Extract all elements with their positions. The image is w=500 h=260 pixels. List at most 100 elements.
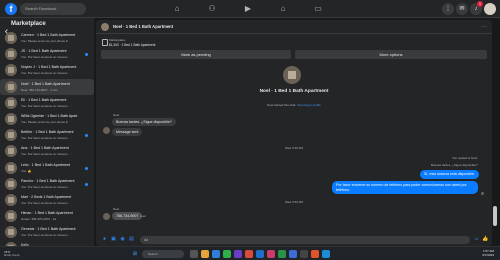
timestamp: Wed 3:39 AM (285, 146, 303, 150)
conversation-preview: You: Please send me your phone #. (21, 119, 69, 124)
page-scrollbar[interactable] (493, 20, 497, 246)
top-navigation-bar: f Search Facebook ⌂ ⚇ ▶ ⌂ ▭ ⋮ ✉ ♪ 1 (0, 0, 500, 18)
conversation-title: Betithe · 1 Bed 1 Bath Apartment (21, 130, 74, 135)
timestamp: Wed 3:53 AM (285, 200, 303, 204)
conversation-list-item[interactable]: Betithe · 1 Bed 1 Bath Apartment You: Por… (0, 127, 94, 143)
app-icon[interactable] (267, 250, 275, 258)
home-icon[interactable]: ⌂ (172, 4, 182, 14)
mark-as-pending-button[interactable]: Mark as pending (101, 50, 291, 59)
profile-avatar[interactable] (484, 3, 496, 15)
sticker-icon[interactable]: ◉ (119, 236, 126, 243)
messenger-icon[interactable]: ✉ (456, 3, 468, 15)
like-icon[interactable]: 👍 (482, 236, 489, 243)
conversation-list-item[interactable]: JS · 1 Bed 1 Bath Apartment You: Por favo… (0, 46, 94, 62)
conversation-list-item[interactable]: Eli · 1 Bed 1 Bath Apartment You: Por fav… (0, 95, 94, 111)
marketplace-icon[interactable]: ⌂ (278, 4, 288, 14)
conversation-list-item[interactable]: Carmen · 1 Bed 1 Bath Apartment You: Plea… (0, 30, 94, 46)
chrome-icon[interactable] (223, 250, 231, 258)
conversation-title: Mari · 2 Beds 1 Bath Apartment (21, 194, 72, 199)
outgoing-message[interactable]: Por favor envíeme su número de teléfono … (332, 181, 478, 195)
conversation-title[interactable]: Noel · 1 Bed 1 Bath Apartment (113, 24, 173, 29)
settings-icon[interactable] (300, 250, 308, 258)
conversation-preview: You: Por favor envíeme su número... (21, 233, 70, 238)
conversation-preview: You: Por favor envíeme su número... (21, 55, 70, 60)
start-icon[interactable]: ⊞ (131, 250, 139, 258)
unread-dot (85, 166, 88, 170)
conversation-title: Eli · 1 Bed 1 Bath Apartment (21, 97, 67, 102)
incoming-message[interactable]: 786-734-9007 (112, 212, 143, 220)
conversation-list-item[interactable]: Himan · 1 Bed 1 Bath Apartment Himan: 305… (0, 208, 94, 224)
sender-avatar[interactable] (103, 127, 110, 134)
conversation-list-item[interactable]: Ana · 1 Bed 1 Bath Apartment You: Por fav… (0, 143, 94, 159)
emoji-icon[interactable]: ☺ (473, 236, 480, 243)
outlook-icon[interactable] (256, 250, 264, 258)
edge-icon[interactable] (212, 250, 220, 258)
incoming-message[interactable]: Buenas tardes. ¿Sigue disponible? (112, 118, 176, 126)
listing-thumbnail (5, 112, 17, 125)
taskbar-search-input[interactable]: Search (142, 250, 184, 258)
marketplace-inbox-sidebar: Marketplace Carmen · 1 Bed 1 Bath Apartm… (0, 18, 94, 255)
view-buyer-profile-link[interactable]: View buyer profile (297, 103, 321, 107)
scrollbar-thumb[interactable] (493, 206, 497, 226)
conversation-preview: You: 👍 (21, 168, 32, 173)
conversation-title: Himan · 1 Bed 1 Bath Apartment (21, 211, 73, 216)
listing-thumbnail (5, 129, 17, 142)
conversation-list: Carmen · 1 Bed 1 Bath Apartment You: Plea… (0, 30, 94, 257)
sender-name: Noel (113, 207, 120, 211)
office-icon[interactable] (245, 250, 253, 258)
more-icon[interactable]: ⋯ (481, 24, 486, 30)
gif-icon[interactable]: ▤ (128, 236, 135, 243)
outgoing-message[interactable]: Sí, esto todavía está disponible. (420, 170, 479, 179)
facebook-logo[interactable]: f (5, 3, 17, 15)
message-input[interactable]: Aa (140, 236, 470, 244)
notification-badge: 1 (477, 1, 483, 7)
task-view-icon[interactable] (190, 250, 198, 258)
unread-dot (85, 53, 88, 57)
weather-description: Mostly cloudy (4, 254, 20, 257)
listing-price-title[interactable]: $1,300 · 1 Bed 1 Bath Apartment (109, 43, 155, 47)
watch-icon[interactable]: ▶ (243, 4, 253, 14)
conversation-preview: You: Please send me your phone #. (21, 39, 69, 43)
clock[interactable]: 1:57 AM 6/7/2023 (482, 249, 494, 257)
gaming-icon[interactable]: ▭ (313, 4, 323, 14)
conversation-list-item[interactable]: Leilo · 1 Bed 1 Bath Apartment You: 👍 (0, 160, 94, 176)
microphone-icon[interactable]: ● (101, 236, 108, 243)
listing-thumbnail[interactable] (101, 23, 109, 31)
conversation-title: Carmen · 1 Bed 1 Bath Apartment (21, 33, 76, 37)
incoming-message[interactable]: Message sent (112, 128, 143, 136)
listing-thumbnail (5, 32, 17, 44)
menu-icon[interactable]: ⋮ (442, 3, 454, 15)
conversation-list-item[interactable]: Pancho · 1 Bed 1 Bath Apartment You: Por … (0, 176, 94, 192)
listing-thumbnail (5, 193, 17, 206)
conversation-list-item[interactable]: Noel · 1 Bed 1 Bath Apartment Noel: 786-7… (0, 78, 94, 95)
listing-thumbnail (5, 161, 17, 174)
powerpoint-icon[interactable] (311, 250, 319, 258)
listing-thumbnail (5, 64, 17, 77)
conversation-list-item[interactable]: Mari · 2 Beds 1 Bath Apartment You: Por f… (0, 192, 94, 208)
excel-icon[interactable] (278, 250, 286, 258)
friends-icon[interactable]: ⚇ (207, 4, 217, 14)
conversation-header: Noel · 1 Bed 1 Bath Apartment ⋯ (96, 20, 492, 34)
listing-avatar (283, 66, 301, 84)
listing-center-title: Noel · 1 Bed 1 Bath Apartment (259, 89, 329, 94)
listing-thumbnail (5, 177, 17, 190)
search-input[interactable]: Search Facebook (20, 3, 86, 15)
conversation-preview: You: Por favor envíeme su número... (21, 103, 70, 108)
photo-icon[interactable]: ▣ (110, 236, 117, 243)
conversation-title: Genesis · 1 Bed 1 Bath Apartment (21, 227, 76, 232)
conversation-list-item[interactable]: Genesis · 1 Bed 1 Bath Apartment You: Por… (0, 224, 94, 240)
sender-avatar[interactable] (103, 213, 110, 220)
seen-indicator (481, 192, 484, 195)
unread-dot (85, 134, 88, 138)
teams-icon[interactable] (234, 250, 242, 258)
conversation-title: JS · 1 Bed 1 Bath Apartment (21, 49, 67, 54)
windows-taskbar: 72°F Mostly cloudy ⊞ Search 1:57 AM 6/7/… (0, 246, 500, 260)
word-icon[interactable] (289, 250, 297, 258)
listing-icon (102, 39, 108, 46)
more-options-button[interactable]: More options (295, 50, 487, 59)
conversation-list-item[interactable]: Willis Ogbeide · 1 Bed 1 Bath Apart You: … (0, 111, 94, 127)
store-icon[interactable] (322, 250, 330, 258)
file-explorer-icon[interactable] (201, 250, 209, 258)
conversation-list-item[interactable]: Noylen J · 1 Bed 1 Bath Apartment You: Po… (0, 62, 94, 78)
conversation-panel: Noel · 1 Bed 1 Bath Apartment ⋯ Marketpl… (96, 20, 492, 246)
